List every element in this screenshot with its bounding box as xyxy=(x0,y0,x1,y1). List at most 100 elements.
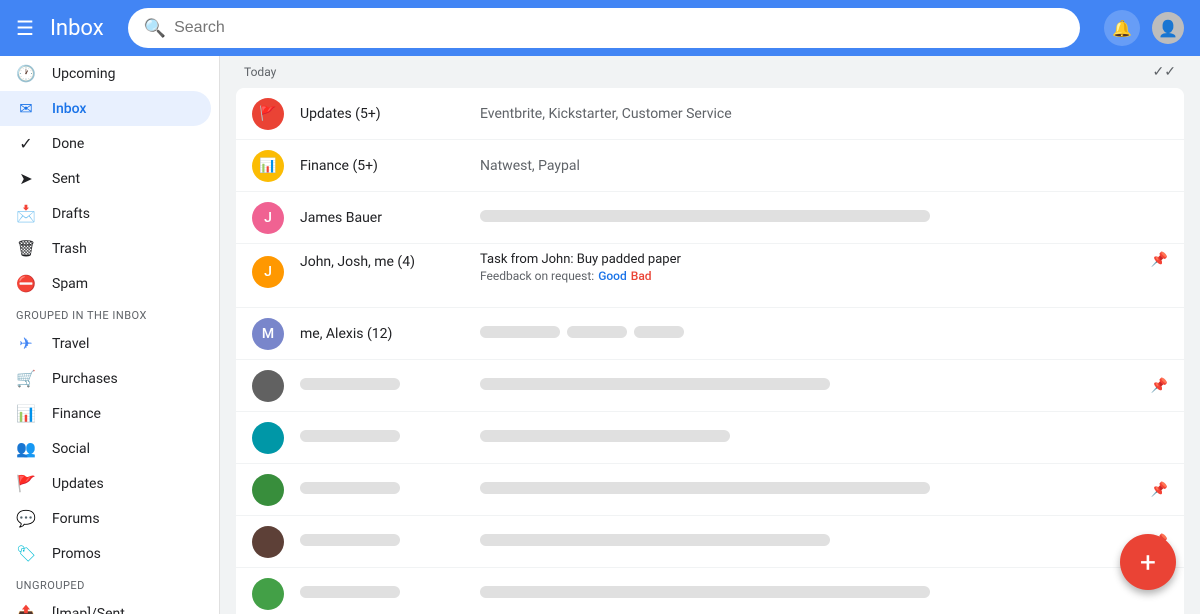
list-item[interactable] xyxy=(236,412,1184,464)
sidebar-item-sent[interactable]: ➤ Sent xyxy=(0,161,211,196)
finance-icon: 📊 xyxy=(16,404,36,423)
travel-icon: ✈ xyxy=(16,334,36,353)
reminder-icon: 🔔 xyxy=(1112,19,1132,38)
sidebar-item-travel[interactable]: ✈ Travel xyxy=(0,326,211,361)
ungrouped-section-label: Ungrouped xyxy=(0,571,219,596)
avatar[interactable]: 👤 xyxy=(1152,12,1184,44)
forums-icon: 💬 xyxy=(16,509,36,528)
sidebar-item-promos[interactable]: 🏷 Promos xyxy=(0,536,211,571)
sidebar-item-finance[interactable]: 📊 Finance xyxy=(0,396,211,431)
avatar: M xyxy=(252,318,284,350)
done-icon: ✓ xyxy=(16,134,36,153)
list-item[interactable]: 📌 xyxy=(236,516,1184,568)
sidebar-item-updates[interactable]: 🚩 Updates xyxy=(0,466,211,501)
sidebar-item-imap-sent[interactable]: 📤 [Imap]/Sent xyxy=(0,596,211,614)
sidebar-item-label: Inbox xyxy=(52,101,86,117)
search-icon: 🔍 xyxy=(144,18,166,39)
sidebar-item-drafts[interactable]: 📩 Drafts xyxy=(0,196,211,231)
avatar xyxy=(252,422,284,454)
row-detail: Task from John: Buy padded paper Feedbac… xyxy=(480,252,1143,283)
sidebar-item-social[interactable]: 👥 Social xyxy=(0,431,211,466)
row-preview xyxy=(480,210,1168,226)
list-item[interactable]: J James Bauer xyxy=(236,192,1184,244)
avatar xyxy=(252,526,284,558)
today-header: Today ✓✓ xyxy=(220,56,1200,88)
sidebar-item-label: Drafts xyxy=(52,206,90,222)
sent-icon: ➤ xyxy=(16,169,36,188)
row-preview xyxy=(480,586,1168,602)
list-item[interactable] xyxy=(236,568,1184,614)
clock-icon: 🕐 xyxy=(16,64,36,83)
today-email-list: 🚩 Updates (5+) Eventbrite, Kickstarter, … xyxy=(236,88,1184,614)
sidebar-item-label: Updates xyxy=(52,476,104,492)
list-item[interactable]: 📊 Finance (5+) Natwest, Paypal xyxy=(236,140,1184,192)
drafts-icon: 📩 xyxy=(16,204,36,223)
social-icon: 👥 xyxy=(16,439,36,458)
row-preview: Eventbrite, Kickstarter, Customer Servic… xyxy=(480,106,1168,122)
sidebar-item-label: Done xyxy=(52,136,84,152)
list-item[interactable]: 📌 xyxy=(236,464,1184,516)
feedback-row: Feedback on request: Good Bad xyxy=(480,269,1143,283)
search-bar: 🔍 xyxy=(128,8,1080,48)
sidebar-item-label: Spam xyxy=(52,276,88,292)
feedback-label: Feedback on request: xyxy=(480,269,594,283)
row-sender xyxy=(300,534,480,550)
sidebar-item-spam[interactable]: ⛔ Spam xyxy=(0,266,211,301)
row-sender xyxy=(300,430,480,446)
sidebar-item-inbox[interactable]: ✉ Inbox xyxy=(0,91,211,126)
compose-button[interactable]: + xyxy=(1120,534,1176,590)
list-item[interactable]: J John, Josh, me (4) Task from John: Buy… xyxy=(236,244,1184,308)
feedback-bad[interactable]: Bad xyxy=(631,269,652,283)
reminder-button[interactable]: 🔔 xyxy=(1104,10,1140,46)
row-sender: Updates (5+) xyxy=(300,106,480,122)
promos-icon: 🏷 xyxy=(16,544,36,563)
sidebar: 🕐 Upcoming ✉ Inbox ✓ Done ➤ Sent 📩 Draft… xyxy=(0,56,220,614)
sidebar-item-label: Finance xyxy=(52,406,101,422)
sidebar-item-trash[interactable]: 🗑 Trash xyxy=(0,231,211,266)
pin-icon: 📌 xyxy=(1151,482,1168,498)
spam-icon: ⛔ xyxy=(16,274,36,293)
list-item[interactable]: 🚩 Updates (5+) Eventbrite, Kickstarter, … xyxy=(236,88,1184,140)
list-item[interactable]: 📌 xyxy=(236,360,1184,412)
avatar: 📊 xyxy=(252,150,284,182)
avatar xyxy=(252,474,284,506)
sidebar-item-label: Social xyxy=(52,441,90,457)
sidebar-item-purchases[interactable]: 🛒 Purchases xyxy=(0,361,211,396)
row-preview xyxy=(480,326,1168,342)
row-preview: Natwest, Paypal xyxy=(480,158,1168,174)
row-preview xyxy=(480,482,1143,498)
grouped-section-label: Grouped in the Inbox xyxy=(0,301,219,326)
avatar-icon: 👤 xyxy=(1158,19,1178,38)
header: ☰ Inbox 🔍 🔔 👤 xyxy=(0,0,1200,56)
sidebar-item-done[interactable]: ✓ Done xyxy=(0,126,211,161)
row-sender: James Bauer xyxy=(300,210,480,226)
avatar: J xyxy=(252,256,284,288)
inbox-icon: ✉ xyxy=(16,99,36,118)
row-sender: Finance (5+) xyxy=(300,158,480,174)
sidebar-item-label: Travel xyxy=(52,336,89,352)
row-sender: me, Alexis (12) xyxy=(300,326,480,342)
avatar xyxy=(252,578,284,610)
check-all-today[interactable]: ✓✓ xyxy=(1153,64,1176,80)
search-input[interactable] xyxy=(174,19,1064,37)
sidebar-item-forums[interactable]: 💬 Forums xyxy=(0,501,211,536)
sidebar-item-label: Trash xyxy=(52,241,87,257)
sidebar-item-label: Purchases xyxy=(52,371,118,387)
row-sender xyxy=(300,482,480,498)
list-item[interactable]: M me, Alexis (12) xyxy=(236,308,1184,360)
pin-icon: 📌 xyxy=(1151,378,1168,394)
header-right: 🔔 👤 xyxy=(1104,10,1184,46)
sidebar-item-label: Upcoming xyxy=(52,66,116,82)
pin-icon: 📌 xyxy=(1151,252,1168,268)
feedback-good[interactable]: Good xyxy=(598,269,627,283)
row-sender xyxy=(300,378,480,394)
menu-icon[interactable]: ☰ xyxy=(16,16,34,40)
row-preview xyxy=(480,430,1168,446)
today-label: Today xyxy=(244,65,276,79)
updates-icon: 🚩 xyxy=(16,474,36,493)
main-content: Today ✓✓ 🚩 Updates (5+) Eventbrite, Kick… xyxy=(220,56,1200,614)
sidebar-item-upcoming[interactable]: 🕐 Upcoming xyxy=(0,56,211,91)
layout: 🕐 Upcoming ✉ Inbox ✓ Done ➤ Sent 📩 Draft… xyxy=(0,56,1200,614)
row-sender: John, Josh, me (4) xyxy=(300,254,480,270)
sidebar-item-label: Promos xyxy=(52,546,101,562)
